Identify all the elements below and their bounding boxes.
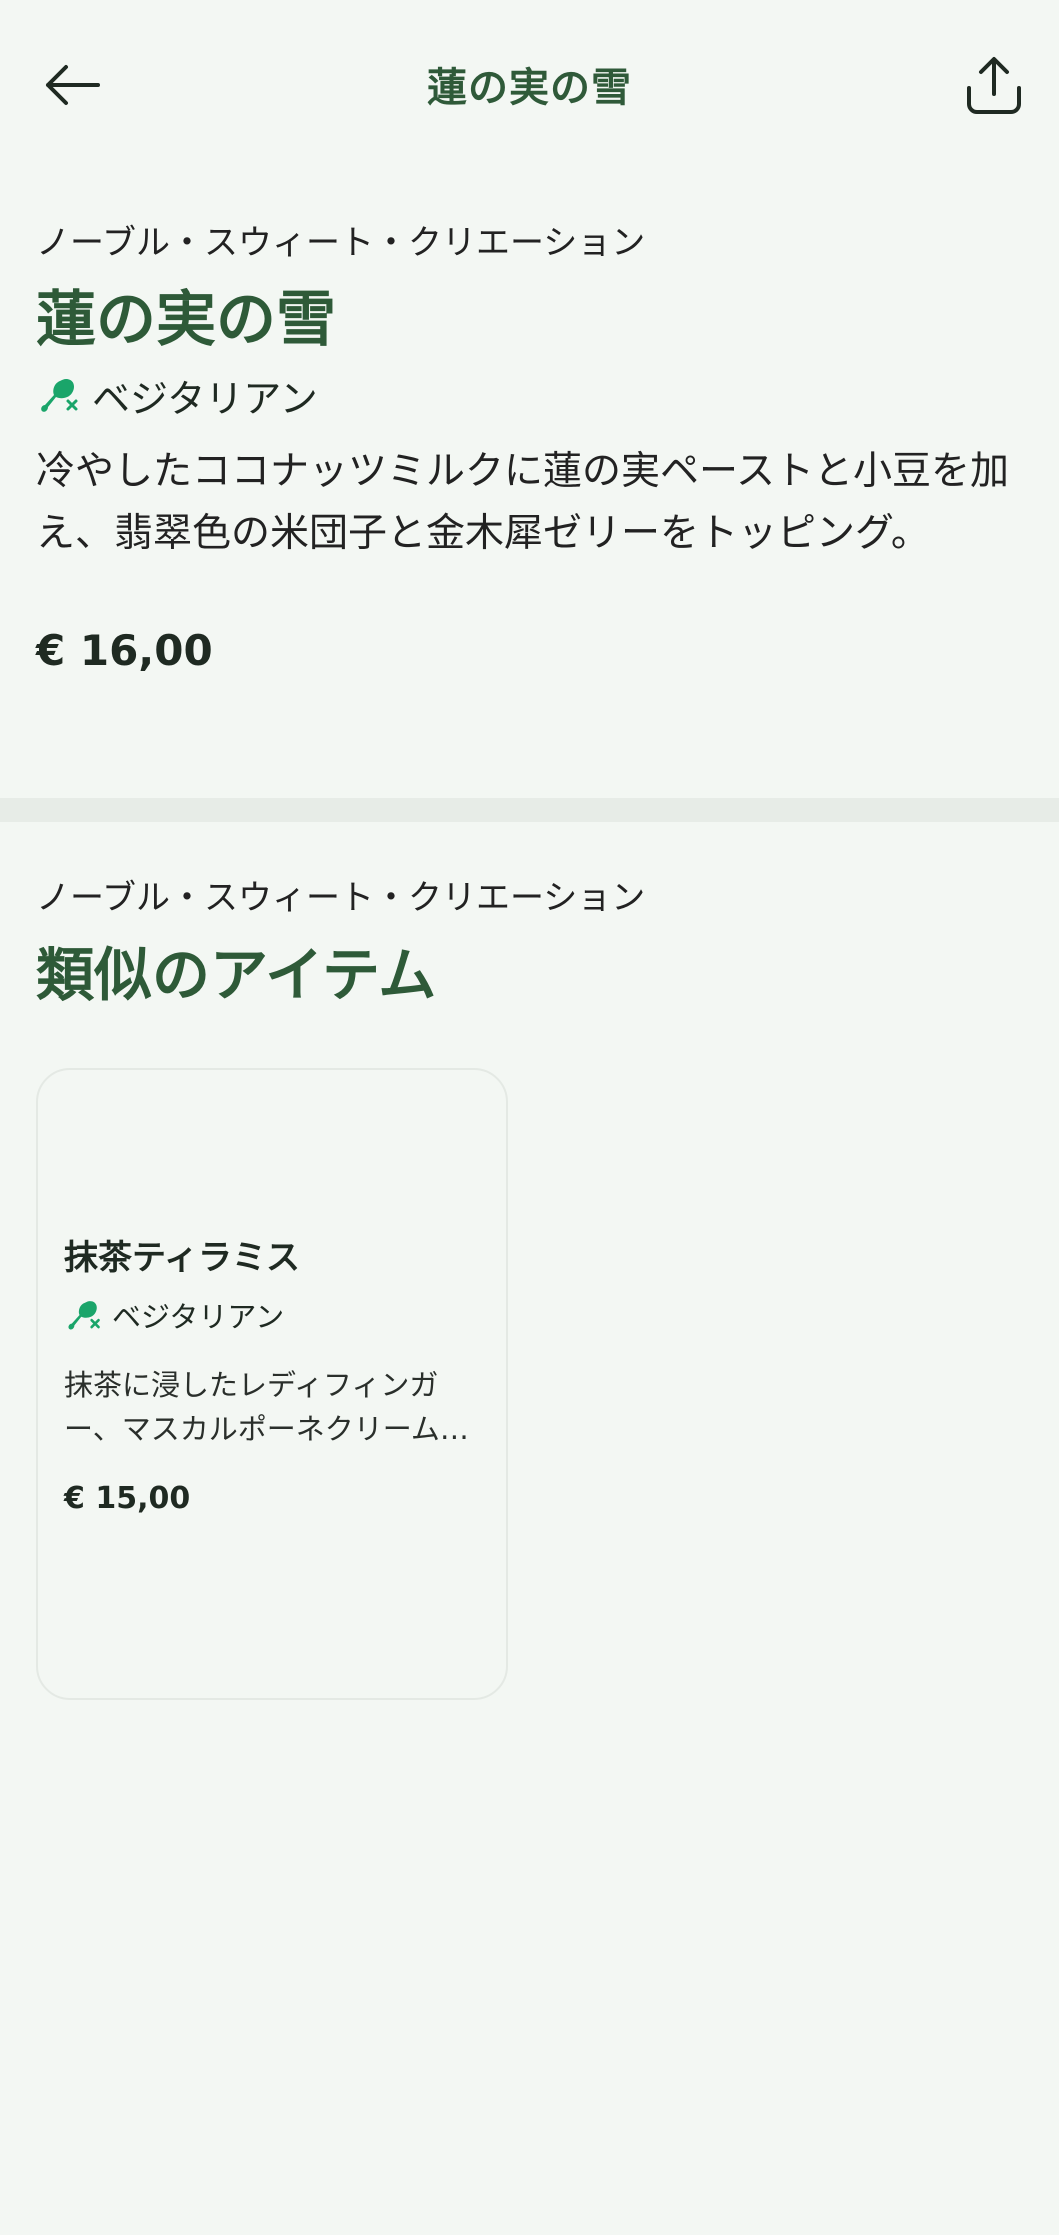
card-content: 抹茶ティラミス ベジタリアン 抹茶に浸したレディフィンガー、マスカルポーネクリー… bbox=[64, 1235, 484, 1519]
diet-label: ベジタリアン bbox=[92, 376, 318, 421]
product-category: ノーブル・スウィート・クリエーション bbox=[36, 223, 646, 263]
card-diet-badge: ベジタリアン bbox=[64, 1293, 484, 1337]
similar-category: ノーブル・スウィート・クリエーション bbox=[36, 878, 646, 918]
header-title: 蓮の実の雪 bbox=[427, 64, 632, 111]
diet-badge: ベジタリアン bbox=[36, 367, 1026, 423]
card-diet-label: ベジタリアン bbox=[112, 1300, 285, 1334]
similar-items-title: 類似のアイテム bbox=[36, 941, 437, 1009]
product-price: € 16,00 bbox=[36, 626, 213, 675]
card-item-description: 抹茶に浸したレディフィンガー、マスカルポーネクリーム… bbox=[64, 1368, 469, 1446]
product-description: 冷やしたココナッツミルクに蓮の実ペーストと小豆を加え、翡翠色の米団子と金木犀ゼリ… bbox=[36, 449, 1010, 556]
product-name: 蓮の実の雪 bbox=[36, 285, 336, 355]
product-details: ノーブル・スウィート・クリエーション 蓮の実の雪 ベジタリアン 冷やしたココナッ… bbox=[36, 215, 1026, 681]
similar-items-section: ノーブル・スウィート・クリエーション 類似のアイテム bbox=[36, 870, 1026, 1016]
similar-item-card[interactable]: 抹茶ティラミス ベジタリアン 抹茶に浸したレディフィンガー、マスカルポーネクリー… bbox=[36, 1068, 508, 1700]
app-header: 蓮の実の雪 bbox=[0, 0, 1059, 170]
share-button[interactable] bbox=[949, 40, 1039, 130]
card-item-name: 抹茶ティラミス bbox=[64, 1238, 300, 1278]
vegetarian-icon bbox=[41, 379, 78, 412]
section-divider bbox=[0, 798, 1059, 822]
share-icon bbox=[967, 57, 1021, 114]
vegetarian-icon bbox=[68, 1301, 100, 1330]
card-item-price: € 15,00 bbox=[64, 1481, 191, 1516]
item-detail-page: 蓮の実の雪 ノーブル・スウィート・クリエーション 蓮の実の雪 ベジタリアン 冷や… bbox=[0, 0, 1059, 2235]
